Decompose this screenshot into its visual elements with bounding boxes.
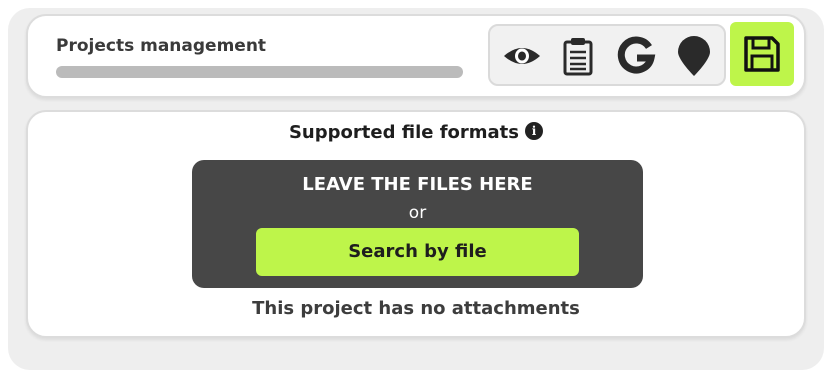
attachments-card: Supported file formats i LEAVE THE FILES … [26, 110, 806, 338]
dropzone-title: LEAVE THE FILES HERE [302, 174, 533, 195]
supported-formats-row: Supported file formats i [28, 122, 804, 143]
floppy-disk-icon [744, 36, 780, 72]
dropzone-or-label: or [408, 203, 427, 223]
search-by-file-button[interactable]: Search by file [256, 228, 579, 276]
page-title: Projects management [56, 36, 267, 56]
info-icon[interactable]: i [525, 122, 544, 140]
file-dropzone[interactable]: LEAVE THE FILES HERE or Search by file [192, 160, 643, 288]
empty-attachments-message: This project has no attachments [252, 298, 580, 319]
save-button[interactable] [730, 22, 794, 86]
clipboard-icon[interactable] [558, 36, 598, 76]
project-header-card: Projects management [26, 14, 806, 98]
map-pin-icon[interactable] [674, 36, 714, 76]
progress-bar-fill [56, 66, 463, 78]
progress-bar [56, 66, 463, 78]
google-icon[interactable] [616, 36, 656, 76]
supported-formats-label: Supported file formats [288, 122, 520, 143]
toolbar [488, 24, 726, 86]
eye-icon[interactable] [502, 36, 542, 76]
